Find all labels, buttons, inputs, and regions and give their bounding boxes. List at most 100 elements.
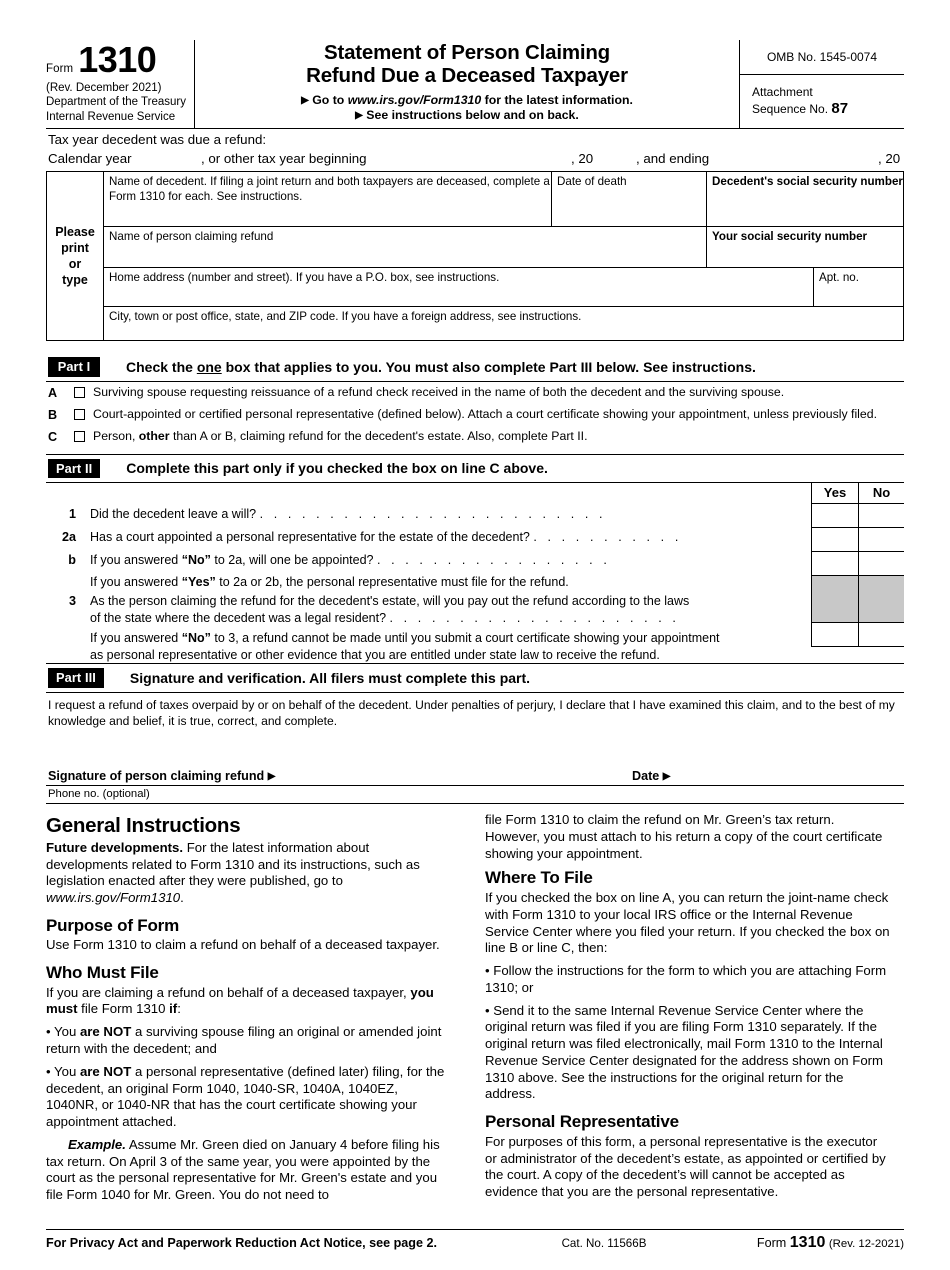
footer-form-number: 1310 bbox=[789, 1234, 826, 1251]
note-yes-pre: If you answered bbox=[90, 575, 182, 590]
attachment-sequence-number: 87 bbox=[831, 99, 849, 117]
checkbox-option-b[interactable] bbox=[74, 408, 85, 420]
future-developments-label: Future developments. bbox=[46, 839, 184, 855]
answer-row-q1 bbox=[812, 504, 904, 529]
note-no-line-1: If you answered “No” to 3, a refund cann… bbox=[90, 630, 794, 647]
home-address-field[interactable]: Home address (number and street). If you… bbox=[104, 268, 813, 306]
date-arrow-icon: ▶ bbox=[662, 771, 671, 783]
city-state-zip-field[interactable]: City, town or post office, state, and ZI… bbox=[104, 307, 903, 340]
other-tax-year-label: , or other tax year beginning bbox=[201, 151, 367, 166]
date-of-death-field[interactable]: Date of death bbox=[551, 172, 706, 226]
privacy-act-notice: For Privacy Act and Paperwork Reduction … bbox=[46, 1236, 437, 1250]
bullet-1-pre: • You bbox=[46, 1024, 80, 1040]
footer-form-identifier: Form 1310 (Rev. 12-2021) bbox=[714, 1234, 904, 1252]
checkbox-option-c[interactable] bbox=[74, 431, 85, 443]
part1-option-c[interactable]: C Person, other than A or B, claiming re… bbox=[46, 426, 904, 448]
part2-table: Yes No 1 Did the decedent leave a will? … bbox=[46, 482, 904, 665]
note-answered-no: If you answered “No” to 3, a refund cann… bbox=[46, 630, 794, 663]
part1-tag: Part I bbox=[48, 357, 100, 377]
claimant-name-field[interactable]: Name of person claiming refund bbox=[104, 227, 706, 267]
q2b-no-cell[interactable] bbox=[858, 552, 904, 576]
part1-option-a[interactable]: A Surviving spouse requesting reissuance… bbox=[46, 382, 904, 404]
right-triangle-icon: ▶ bbox=[301, 94, 309, 106]
question-2b-bold: “No” bbox=[181, 553, 211, 568]
purpose-of-form-text: Use Form 1310 to claim a refund on behal… bbox=[46, 937, 440, 953]
option-c-text: Person, other than A or B, claiming refu… bbox=[93, 429, 904, 445]
bullet-2-bold: are NOT bbox=[79, 1063, 132, 1079]
where-to-file-text: If you checked the box on line A, you ca… bbox=[485, 890, 890, 956]
where-to-file-bullet-1: • Follow the instructions for the form t… bbox=[485, 963, 887, 995]
checkbox-option-a[interactable] bbox=[74, 386, 85, 398]
part1-option-b[interactable]: B Court-appointed or certified personal … bbox=[46, 404, 904, 426]
who-intro-mid: file Form 1310 bbox=[77, 1001, 170, 1017]
q2a-yes-cell[interactable] bbox=[812, 528, 858, 551]
catalog-number: Cat. No. 11566B bbox=[561, 1237, 647, 1250]
apt-no-field[interactable]: Apt. no. bbox=[813, 268, 903, 306]
note-no-post: to 3, a refund cannot be made until you … bbox=[210, 631, 720, 646]
shaded-no-cell bbox=[858, 576, 904, 623]
header-left-block: Form 1310 (Rev. December 2021) Departmen… bbox=[46, 40, 194, 128]
question-1-number: 1 bbox=[68, 507, 76, 522]
question-1-leader: . . . . . . . . . . . . . . . . . . . . … bbox=[259, 507, 607, 522]
note-no-pre: If you answered bbox=[90, 631, 182, 646]
future-developments-paragraph: Future developments. For the latest info… bbox=[46, 840, 451, 907]
entity-row-city: City, town or post office, state, and ZI… bbox=[104, 307, 903, 340]
example-continuation: file Form 1310 to claim the refund on Mr… bbox=[485, 812, 883, 861]
tax-year-heading: Tax year decedent was due a refund: bbox=[48, 132, 267, 147]
part1-banner: Part I Check the one box that applies to… bbox=[46, 353, 904, 381]
question-2b-leader: . . . . . . . . . . . . . . . . . bbox=[377, 553, 611, 568]
future-developments-url[interactable]: www.irs.gov/Form1310 bbox=[46, 890, 180, 905]
signature-field[interactable]: Signature of person claiming refund ▶ bbox=[48, 769, 632, 783]
please-print-or-type-label: Please print or type bbox=[47, 172, 103, 340]
your-ssn-field[interactable]: Your social security number bbox=[706, 227, 903, 267]
or-label: or bbox=[68, 257, 82, 271]
part2-tag: Part II bbox=[48, 458, 101, 479]
decedent-ssn-field[interactable]: Decedent's social security number bbox=[706, 172, 903, 226]
begin-year-suffix: , 20 bbox=[571, 151, 594, 166]
print-label: print bbox=[61, 240, 89, 255]
q2a-no-cell[interactable] bbox=[858, 528, 904, 552]
part2-banner: Part II Complete this part only if you c… bbox=[46, 455, 904, 483]
option-c-text-bold: other bbox=[138, 429, 170, 444]
q1-yes-cell[interactable] bbox=[812, 504, 858, 527]
see-instructions-line: ▶ See instructions below and on back. bbox=[201, 108, 733, 123]
q1-no-cell[interactable] bbox=[858, 504, 904, 528]
question-3-line-1: As the person claiming the refund for th… bbox=[90, 593, 690, 608]
who-intro-bold-2: if bbox=[169, 1001, 178, 1017]
date-field[interactable]: Date ▶ bbox=[632, 769, 902, 783]
yes-column-header: Yes bbox=[823, 485, 847, 501]
phone-field[interactable]: Phone no. (optional) bbox=[46, 786, 904, 803]
question-2a-leader: . . . . . . . . . . . bbox=[533, 530, 682, 545]
department-line-2: Internal Revenue Service bbox=[46, 110, 176, 123]
example-label: Example. bbox=[68, 1136, 126, 1152]
and-ending-label: , and ending bbox=[636, 151, 710, 166]
option-c-letter: C bbox=[48, 430, 58, 445]
calendar-year-label: Calendar year bbox=[48, 151, 132, 166]
answer-row-q2b bbox=[812, 552, 904, 577]
date-label: Date bbox=[632, 769, 660, 784]
instructions-left-column: General Instructions Future developments… bbox=[46, 812, 451, 1210]
general-instructions-heading: General Instructions bbox=[46, 814, 241, 838]
part2-table-inner: Yes No 1 Did the decedent leave a will? … bbox=[46, 483, 904, 663]
q3-no-cell[interactable] bbox=[858, 623, 904, 647]
q3-yes-cell[interactable] bbox=[812, 623, 858, 646]
irs-form-1310-page: Form 1310 (Rev. December 2021) Departmen… bbox=[0, 40, 950, 1270]
signature-arrow-icon: ▶ bbox=[267, 771, 276, 783]
note-answered-yes: If you answered “Yes” to 2a or 2b, the p… bbox=[46, 574, 794, 591]
who-intro-end: : bbox=[177, 1001, 181, 1017]
answer-row-shaded bbox=[812, 576, 904, 624]
purpose-of-form-heading: Purpose of Form bbox=[46, 915, 180, 935]
omb-number: OMB No. 1545-0074 bbox=[740, 40, 904, 76]
note-no-line-2: as personal representative or other evid… bbox=[90, 647, 660, 662]
goto-url[interactable]: www.irs.gov/Form1310 bbox=[348, 93, 482, 107]
question-3-leader: . . . . . . . . . . . . . . . . . . . . … bbox=[389, 610, 680, 625]
question-1-text: Did the decedent leave a will? . . . . .… bbox=[90, 506, 794, 523]
type-label: type bbox=[62, 273, 88, 288]
entity-row-claimant: Name of person claiming refund Your soci… bbox=[104, 227, 903, 268]
q2b-yes-cell[interactable] bbox=[812, 552, 858, 575]
who-must-file-intro: If you are claiming a refund on behalf o… bbox=[46, 985, 451, 1019]
decedent-name-field[interactable]: Name of decedent. If filing a joint retu… bbox=[104, 172, 551, 226]
option-a-letter: A bbox=[48, 385, 58, 400]
bullet-2-pre: • You bbox=[46, 1063, 80, 1079]
question-1-label: Did the decedent leave a will? bbox=[90, 507, 257, 522]
